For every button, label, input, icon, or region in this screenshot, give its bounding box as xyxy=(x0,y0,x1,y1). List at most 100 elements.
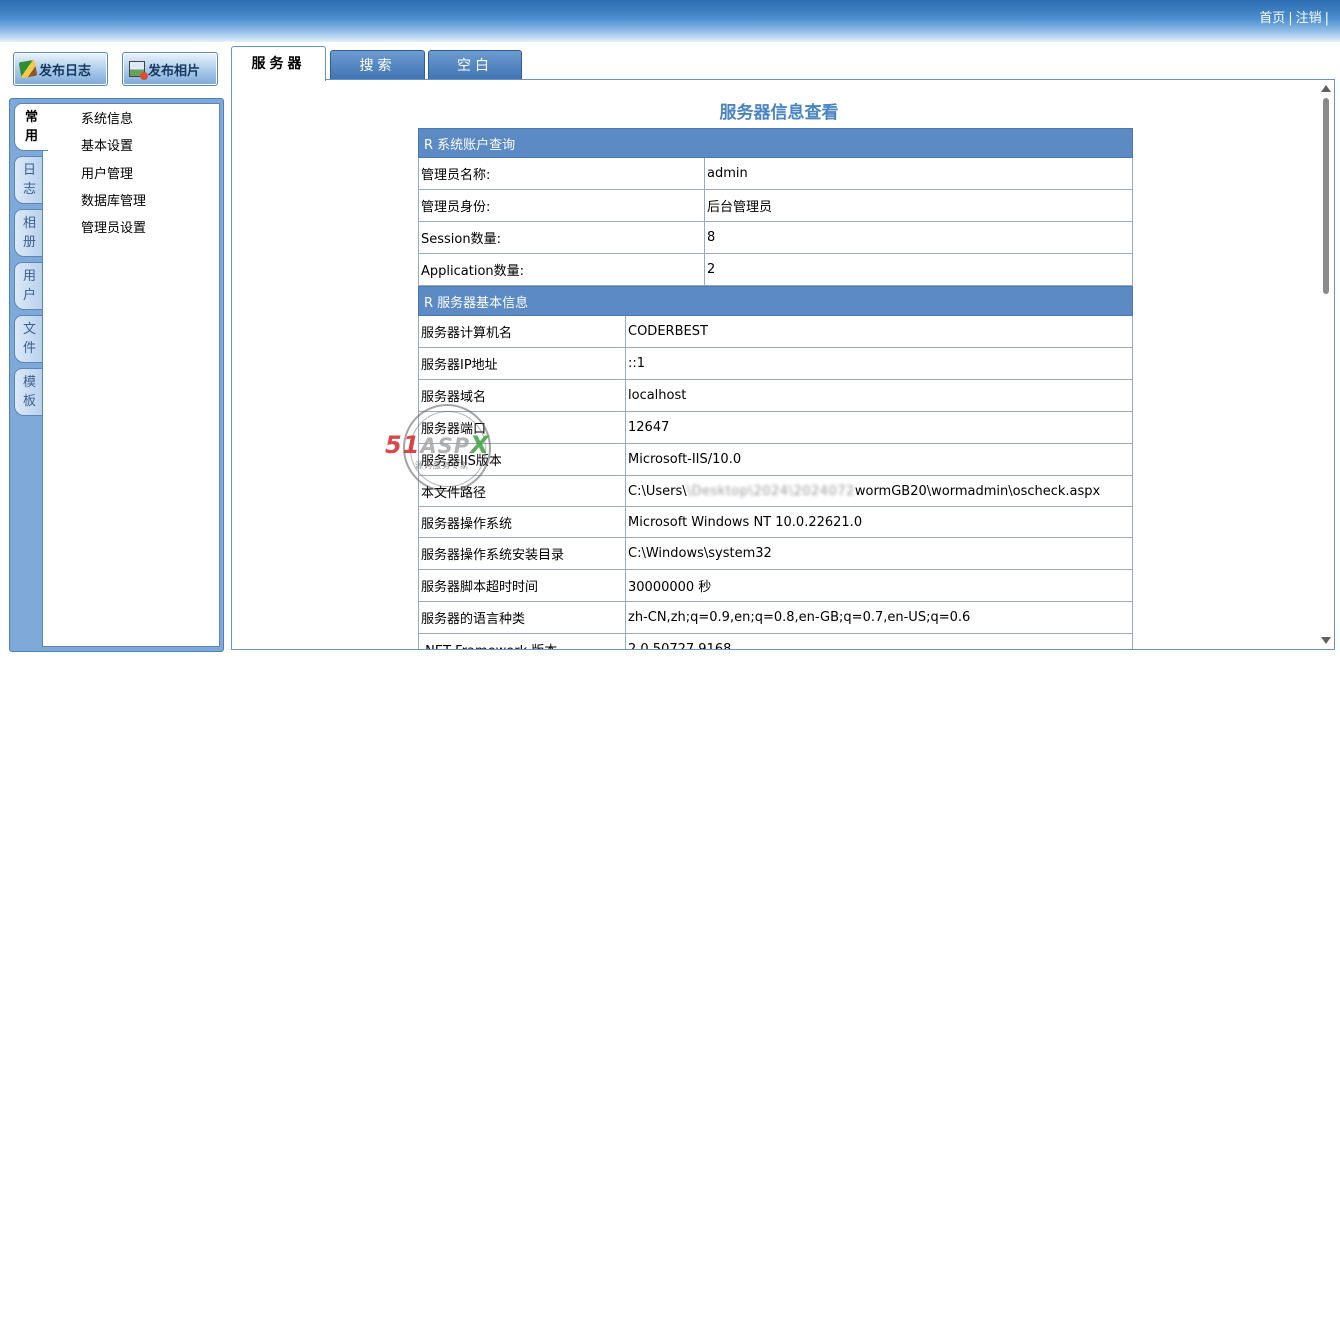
link-separator: | xyxy=(1288,11,1293,26)
sidebar-tab-char: 件 xyxy=(22,341,36,356)
row-value: Microsoft-IIS/10.0 xyxy=(625,443,1133,476)
post-blog-button[interactable]: 发布日志 xyxy=(13,52,108,86)
table-row: 服务器端口 12647 xyxy=(418,411,1133,444)
table-row: 服务器的语言种类 zh-CN,zh;q=0.9,en;q=0.8,en-GB;q… xyxy=(418,601,1133,634)
sidebar-item-system-info[interactable]: 系统信息 xyxy=(81,112,146,139)
top-banner: 首页 | 注销 | xyxy=(0,0,1340,42)
table-row: Application数量: 2 xyxy=(418,253,1133,286)
tab-blank[interactable]: 空白 xyxy=(428,50,522,80)
sidebar-item-database-management[interactable]: 数据库管理 xyxy=(81,194,146,221)
row-value: admin xyxy=(704,157,1133,190)
basic-section-header: R 服务器基本信息 xyxy=(418,286,1133,316)
post-photo-label: 发布相片 xyxy=(148,63,201,79)
sidebar-panel: 系统信息 基本设置 用户管理 数据库管理 管理员设置 xyxy=(42,103,220,647)
sidebar-tab-album[interactable]: 相 册 xyxy=(14,209,44,257)
sidebar-tab-char: 相 xyxy=(22,216,36,231)
row-value: 12647 xyxy=(625,411,1133,444)
table-row: 管理员身份: 后台管理员 xyxy=(418,189,1133,222)
row-value: zh-CN,zh;q=0.9,en;q=0.8,en-GB;q=0.7,en-U… xyxy=(625,601,1133,634)
path-prefix: C:\Users\ xyxy=(628,483,687,499)
redacted-path-segment: \Desktop\2024\2024072 xyxy=(686,483,855,499)
sidebar-tab-char: 册 xyxy=(22,235,36,250)
table-row: 服务器计算机名 CODERBEST xyxy=(418,315,1133,348)
tab-server[interactable]: 服务器 xyxy=(231,46,326,81)
sidebar-tab-char: 文 xyxy=(22,322,36,337)
row-value: 2 xyxy=(704,253,1133,286)
sidebar-item-user-management[interactable]: 用户管理 xyxy=(81,167,146,194)
row-label: 服务器计算机名 xyxy=(418,315,626,348)
row-label: 本文件路径 xyxy=(418,475,626,507)
scroll-up-arrow-icon[interactable] xyxy=(1321,85,1331,92)
row-value: 8 xyxy=(704,221,1133,254)
page-title: 服务器信息查看 xyxy=(719,103,839,123)
logout-link[interactable]: 注销 xyxy=(1296,11,1322,26)
row-value: CODERBEST xyxy=(625,315,1133,348)
table-row: 服务器脚本超时时间 30000000 秒 xyxy=(418,569,1133,602)
pen-icon xyxy=(18,59,38,79)
sidebar-item-admin-settings[interactable]: 管理员设置 xyxy=(81,221,146,248)
table-row: 服务器IIS版本 Microsoft-IIS/10.0 xyxy=(418,443,1133,476)
row-label: 服务器IP地址 xyxy=(418,347,626,380)
row-label: 服务器域名 xyxy=(418,379,626,412)
sidebar: 常 用 日 志 相 册 用 户 文 件 模 板 系统信息 基本设置 用户管理 数… xyxy=(9,98,224,652)
scroll-down-arrow-icon[interactable] xyxy=(1321,637,1331,644)
photo-icon xyxy=(129,61,148,80)
sidebar-tab-char: 模 xyxy=(22,375,36,390)
row-label: 服务器操作系统安装目录 xyxy=(418,537,626,570)
vertical-scrollbar[interactable] xyxy=(1318,80,1334,649)
table-row: Session数量: 8 xyxy=(418,221,1133,254)
row-value: ::1 xyxy=(625,347,1133,380)
home-link[interactable]: 首页 xyxy=(1259,11,1285,26)
sidebar-tab-char: 户 xyxy=(22,288,36,303)
table-row: .NET Framework 版本 2.0.50727.9168 xyxy=(418,633,1133,649)
server-basic-table: R 服务器基本信息 服务器计算机名 CODERBEST 服务器IP地址 ::1 … xyxy=(418,286,1133,649)
row-value: C:\Windows\system32 xyxy=(625,537,1133,570)
row-label: Application数量: xyxy=(418,253,705,286)
content-frame: 服务器信息查看 R 系统账户查询 管理员名称: admin 管理员身份: 后台管… xyxy=(231,79,1335,650)
sidebar-tab-files[interactable]: 文 件 xyxy=(14,315,44,363)
top-links: 首页 | 注销 | xyxy=(1259,7,1332,26)
row-value: 后台管理员 xyxy=(704,189,1133,222)
sidebar-menu: 系统信息 基本设置 用户管理 数据库管理 管理员设置 xyxy=(81,112,146,248)
row-label: 服务器的语言种类 xyxy=(418,601,626,634)
account-section-header: R 系统账户查询 xyxy=(418,128,1133,158)
table-row: 服务器域名 localhost xyxy=(418,379,1133,412)
sidebar-tab-char: 志 xyxy=(22,182,36,197)
table-row: 管理员名称: admin xyxy=(418,157,1133,190)
row-value: C:\Users\\Desktop\2024\2024072wormGB20\w… xyxy=(625,475,1133,507)
row-value: Microsoft Windows NT 10.0.22621.0 xyxy=(625,506,1133,538)
sidebar-tab-char: 板 xyxy=(22,394,36,409)
row-label: 服务器操作系统 xyxy=(418,506,626,538)
tab-search[interactable]: 搜索 xyxy=(330,50,425,80)
table-row: 本文件路径 C:\Users\\Desktop\2024\2024072worm… xyxy=(418,475,1133,507)
table-header-row: R 服务器基本信息 xyxy=(418,286,1133,316)
sidebar-tab-templates[interactable]: 模 板 xyxy=(14,368,44,416)
account-table: R 系统账户查询 管理员名称: admin 管理员身份: 后台管理员 Sessi… xyxy=(418,128,1133,649)
row-label: .NET Framework 版本 xyxy=(418,633,626,649)
sidebar-tab-char: 用 xyxy=(22,269,36,284)
row-value: 2.0.50727.9168 xyxy=(625,633,1133,649)
sidebar-item-basic-settings[interactable]: 基本设置 xyxy=(81,139,146,166)
row-label: 服务器IIS版本 xyxy=(418,443,626,476)
row-value: 30000000 秒 xyxy=(625,569,1133,602)
sidebar-tab-blog[interactable]: 日 志 xyxy=(14,156,44,204)
row-label: 管理员身份: xyxy=(418,189,705,222)
sidebar-tab-char: 用 xyxy=(24,129,38,144)
sidebar-tab-common[interactable]: 常 用 xyxy=(14,103,48,151)
table-row: 服务器操作系统安装目录 C:\Windows\system32 xyxy=(418,537,1133,570)
table-row: 服务器IP地址 ::1 xyxy=(418,347,1133,380)
sidebar-tab-char: 日 xyxy=(22,163,36,178)
row-label: Session数量: xyxy=(418,221,705,254)
row-label: 服务器脚本超时时间 xyxy=(418,569,626,602)
table-header-row: R 系统账户查询 xyxy=(418,128,1133,158)
sidebar-tab-users[interactable]: 用 户 xyxy=(14,262,44,310)
path-suffix: wormGB20\wormadmin\oscheck.aspx xyxy=(854,483,1101,499)
row-value: localhost xyxy=(625,379,1133,412)
scroll-thumb[interactable] xyxy=(1323,98,1329,294)
row-label: 管理员名称: xyxy=(418,157,705,190)
post-photo-button[interactable]: 发布相片 xyxy=(122,52,218,86)
sidebar-tab-char: 常 xyxy=(24,110,38,125)
table-row: 服务器操作系统 Microsoft Windows NT 10.0.22621.… xyxy=(418,506,1133,538)
link-separator: | xyxy=(1324,11,1329,26)
row-label: 服务器端口 xyxy=(418,411,626,444)
